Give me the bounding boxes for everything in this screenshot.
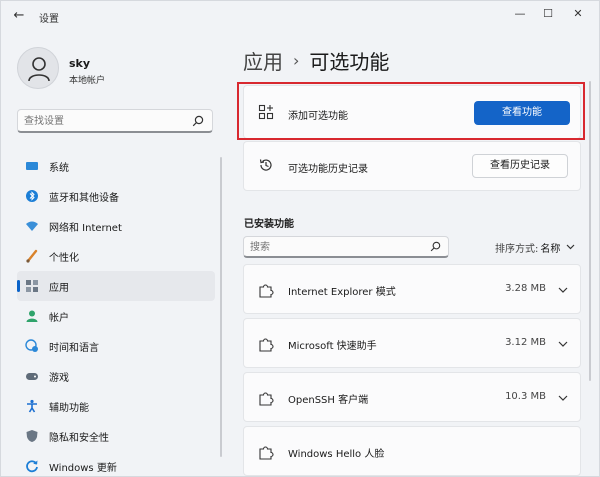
puzzle-icon [258, 390, 274, 409]
feature-name: Microsoft 快速助手 [288, 341, 377, 352]
breadcrumb-parent[interactable]: 应用 [243, 46, 283, 75]
sidebar-item-label: 系统 [49, 162, 69, 174]
feature-history-card: 可选功能历史记录 查看历史记录 [243, 141, 581, 191]
user-name: sky [69, 57, 91, 70]
sidebar-item-label: 时间和语言 [49, 342, 99, 354]
maximize-button[interactable]: ☐ [535, 5, 561, 23]
sidebar-item-label: 应用 [49, 282, 69, 294]
gamepad-icon [25, 369, 39, 383]
chevron-down-icon[interactable] [558, 392, 568, 405]
view-history-button[interactable]: 查看历史记录 [472, 154, 568, 178]
feature-row[interactable]: Windows Hello 人脸 [243, 426, 581, 476]
shield-icon [25, 429, 39, 443]
accessibility-icon [25, 399, 39, 413]
sidebar-item-accessibility[interactable]: 辅助功能 [17, 391, 215, 421]
sidebar-item-system[interactable]: 系统 [17, 151, 215, 181]
avatar[interactable] [17, 47, 59, 89]
sidebar-item-bluetooth[interactable]: 蓝牙和其他设备 [17, 181, 215, 211]
history-icon [258, 157, 274, 176]
settings-window: ← 设置 — ☐ ✕ sky 本地帐户 系统 蓝牙和其他设备 网络和 Inter [0, 0, 600, 477]
chevron-down-icon [566, 242, 575, 253]
title-bar: ← 设置 — ☐ ✕ [1, 1, 599, 31]
sidebar-item-gaming[interactable]: 游戏 [17, 361, 215, 391]
sidebar-item-label: Windows 更新 [49, 462, 117, 474]
puzzle-icon [258, 336, 274, 355]
feature-name: Windows Hello 人脸 [288, 449, 385, 460]
feature-search[interactable] [243, 236, 449, 258]
minimize-button[interactable]: — [507, 5, 533, 23]
apps-icon [25, 279, 39, 293]
add-feature-label: 添加可选功能 [288, 111, 348, 122]
search-icon[interactable] [430, 241, 441, 255]
settings-search[interactable] [17, 109, 213, 133]
history-label: 可选功能历史记录 [288, 164, 368, 175]
bluetooth-icon [25, 189, 39, 203]
network-icon [25, 219, 39, 233]
sidebar-item-label: 帐户 [49, 312, 69, 324]
brush-icon [25, 249, 39, 263]
sidebar-item-label: 网络和 Internet [49, 222, 122, 234]
settings-search-input[interactable] [24, 113, 184, 129]
sort-dropdown[interactable]: 排序方式: 名称 [495, 240, 575, 255]
system-icon [25, 159, 39, 173]
sidebar-item-personalization[interactable]: 个性化 [17, 241, 215, 271]
add-feature-icon [258, 104, 274, 123]
sidebar-item-windows-update[interactable]: Windows 更新 [17, 451, 215, 477]
sort-value: 名称 [540, 244, 561, 255]
feature-search-input[interactable] [250, 239, 420, 255]
feature-name: Internet Explorer 模式 [288, 287, 396, 298]
view-features-button[interactable]: 查看功能 [474, 101, 570, 125]
feature-row[interactable]: OpenSSH 客户端 10.3 MB [243, 372, 581, 422]
sidebar-item-accounts[interactable]: 帐户 [17, 301, 215, 331]
content-scrollbar[interactable] [589, 81, 591, 381]
sidebar-item-label: 辅助功能 [49, 402, 89, 414]
sidebar-item-time-language[interactable]: 时间和语言 [17, 331, 215, 361]
puzzle-icon [258, 282, 274, 301]
globe-clock-icon [25, 339, 39, 353]
sidebar-item-label: 个性化 [49, 252, 79, 264]
update-icon [25, 459, 39, 473]
back-button[interactable]: ← [9, 7, 29, 25]
feature-name: OpenSSH 客户端 [288, 395, 369, 406]
sidebar-item-apps[interactable]: 应用 [17, 271, 215, 301]
window-title: 设置 [39, 14, 59, 25]
add-feature-card: 添加可选功能 查看功能 [243, 85, 581, 139]
account-icon [25, 309, 39, 323]
sidebar-item-privacy[interactable]: 隐私和安全性 [17, 421, 215, 451]
feature-row[interactable]: Internet Explorer 模式 3.28 MB [243, 264, 581, 314]
sort-label: 排序方式: [495, 244, 539, 255]
sidebar-item-label: 游戏 [49, 372, 69, 384]
chevron-down-icon[interactable] [558, 338, 568, 351]
feature-size: 10.3 MB [505, 391, 546, 402]
sidebar-scrollbar[interactable] [220, 157, 222, 457]
feature-size: 3.28 MB [505, 283, 546, 294]
person-icon [28, 57, 50, 82]
breadcrumb: 应用 › 可选功能 [243, 46, 389, 75]
feature-size: 3.12 MB [505, 337, 546, 348]
sidebar-item-network[interactable]: 网络和 Internet [17, 211, 215, 241]
page-title: 可选功能 [309, 50, 390, 74]
feature-row[interactable]: Microsoft 快速助手 3.12 MB [243, 318, 581, 368]
sidebar-item-label: 蓝牙和其他设备 [49, 192, 119, 204]
close-button[interactable]: ✕ [565, 5, 591, 23]
sidebar-nav: 系统 蓝牙和其他设备 网络和 Internet 个性化 应用 帐户 时间和语言 [17, 151, 215, 477]
puzzle-icon [258, 444, 274, 463]
chevron-down-icon[interactable] [558, 284, 568, 297]
account-type: 本地帐户 [69, 76, 106, 86]
breadcrumb-separator: › [293, 51, 300, 70]
search-icon[interactable] [192, 115, 204, 130]
installed-features-title: 已安装功能 [244, 219, 294, 230]
sidebar-item-label: 隐私和安全性 [49, 432, 109, 444]
